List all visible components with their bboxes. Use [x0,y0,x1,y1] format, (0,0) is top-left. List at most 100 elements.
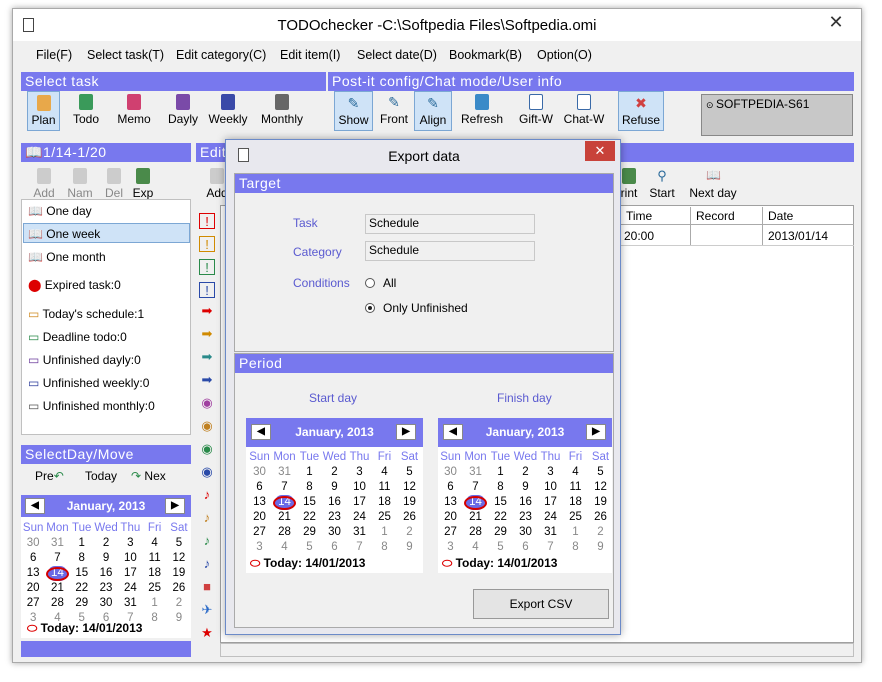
calendar-day[interactable]: 9 [397,540,422,555]
calendar-day[interactable]: 12 [397,480,422,495]
calendar-day[interactable]: 12 [588,480,613,495]
calendar-day[interactable]: 1 [372,525,397,540]
calendar-day[interactable]: 26 [397,510,422,525]
music-icon[interactable]: ♪ [199,533,215,549]
calendar-day[interactable]: 14 [45,566,69,581]
calendar-day[interactable]: 1 [70,536,94,551]
calendar-day[interactable]: 8 [142,611,166,626]
calendar-day[interactable]: 4 [463,540,488,555]
priority-icon[interactable]: ! [199,236,215,252]
calendar-day[interactable]: 30 [247,465,272,480]
calendar-day[interactable]: 26 [167,581,191,596]
calendar-day[interactable]: 19 [167,566,191,581]
calendar-day[interactable]: 7 [347,540,372,555]
prev-month-button[interactable]: ◀ [443,424,463,440]
col-date[interactable]: Date [768,209,793,223]
music-icon[interactable]: ♪ [199,487,215,503]
calendar-day[interactable]: 5 [167,536,191,551]
calendar-day[interactable]: 14 [463,495,488,510]
calendar-day[interactable]: 31 [118,596,142,611]
calendar-day[interactable]: 4 [563,465,588,480]
stat-today-schedule[interactable]: ▭ Today's schedule:1 [28,307,144,321]
calendar-day[interactable]: 14 [272,495,297,510]
calendar-day[interactable]: 4 [142,536,166,551]
calendar-day[interactable]: 17 [347,495,372,510]
calendar-day[interactable]: 20 [438,510,463,525]
calendar-day[interactable]: 13 [438,495,463,510]
calendar-day[interactable]: 6 [438,480,463,495]
gift-w-button[interactable]: Gift-W [515,91,557,131]
star-icon[interactable]: ★ [199,625,215,641]
calendar-day[interactable]: 30 [438,465,463,480]
calendar-day[interactable]: 3 [438,540,463,555]
calendar-day[interactable]: 30 [94,596,118,611]
calendar-day[interactable]: 1 [142,596,166,611]
plan-button[interactable]: Plan [27,91,60,131]
calendar-day[interactable]: 23 [322,510,347,525]
arrow-icon[interactable]: ➡ [199,349,215,365]
calendar-day[interactable]: 24 [118,581,142,596]
prev-month-button[interactable]: ◀ [251,424,271,440]
calendar-day[interactable]: 31 [538,525,563,540]
calendar-day[interactable]: 2 [513,465,538,480]
calendar-day[interactable]: 11 [372,480,397,495]
refuse-button[interactable]: ✖ Refuse [618,91,664,131]
calendar-day[interactable]: 28 [45,596,69,611]
calendar-day[interactable]: 5 [488,540,513,555]
calendar-day[interactable]: 31 [463,465,488,480]
calendar-day[interactable]: 23 [513,510,538,525]
calendar-day[interactable]: 30 [21,536,45,551]
calendar-day[interactable]: 25 [142,581,166,596]
calendar-day[interactable]: 10 [118,551,142,566]
calendar-day[interactable]: 29 [70,596,94,611]
calendar-day[interactable]: 9 [167,611,191,626]
calendar-day[interactable]: 6 [247,480,272,495]
calendar-day[interactable]: 15 [488,495,513,510]
calendar-day[interactable]: 20 [21,581,45,596]
calendar-day[interactable]: 23 [94,581,118,596]
today-button[interactable]: Today [85,469,117,483]
calendar-day[interactable]: 16 [94,566,118,581]
calendar-day[interactable]: 28 [272,525,297,540]
menu-select-task[interactable]: Select task(T) [87,48,164,62]
calendar-day[interactable]: 6 [21,551,45,566]
calendar-day[interactable]: 7 [272,480,297,495]
next-month-button[interactable]: ▶ [396,424,416,440]
priority-icon[interactable]: ! [199,259,215,275]
calendar-day[interactable]: 20 [247,510,272,525]
clock-icon[interactable]: ◉ [199,395,215,411]
calendar-day[interactable]: 1 [488,465,513,480]
col-time[interactable]: Time [626,209,652,223]
calendar-day[interactable]: 6 [322,540,347,555]
task-field[interactable]: Schedule [365,214,535,234]
prev-button[interactable]: Pre↶ [35,469,64,483]
calendar-day[interactable]: 4 [272,540,297,555]
show-button[interactable]: ✎ Show [334,91,373,131]
range-one-month[interactable]: 📖 One month [28,250,106,264]
calendar-day[interactable]: 2 [167,596,191,611]
export-csv-button[interactable]: Export CSV [473,589,609,619]
calendar-day[interactable]: 8 [563,540,588,555]
calendar-day[interactable]: 31 [45,536,69,551]
calendar-day[interactable]: 13 [247,495,272,510]
calendar-day[interactable]: 10 [347,480,372,495]
calendar-day[interactable]: 18 [372,495,397,510]
calendar-day[interactable]: 7 [538,540,563,555]
calendar-day[interactable]: 2 [94,536,118,551]
calendar-day[interactable]: 2 [397,525,422,540]
calendar-day[interactable]: 12 [167,551,191,566]
calendar-day[interactable]: 3 [538,465,563,480]
stat-deadline-todo[interactable]: ▭ Deadline todo:0 [28,330,127,344]
calendar-day[interactable]: 22 [488,510,513,525]
today-line[interactable]: ⬭ Today: 14/01/2013 [27,621,142,636]
start-button[interactable]: ⚲ Start [646,165,678,205]
music-icon[interactable]: ♪ [199,510,215,526]
calendar-day[interactable]: 9 [94,551,118,566]
calendar-day[interactable]: 21 [272,510,297,525]
front-button[interactable]: ✎ Front [375,91,413,131]
weekly-button[interactable]: Weekly [206,91,250,131]
horizontal-scrollbar[interactable] [220,643,854,657]
today-line[interactable]: ⬭ Today: 14/01/2013 [250,556,365,571]
menu-edit-item[interactable]: Edit item(I) [280,48,340,62]
calendar-day[interactable]: 8 [372,540,397,555]
